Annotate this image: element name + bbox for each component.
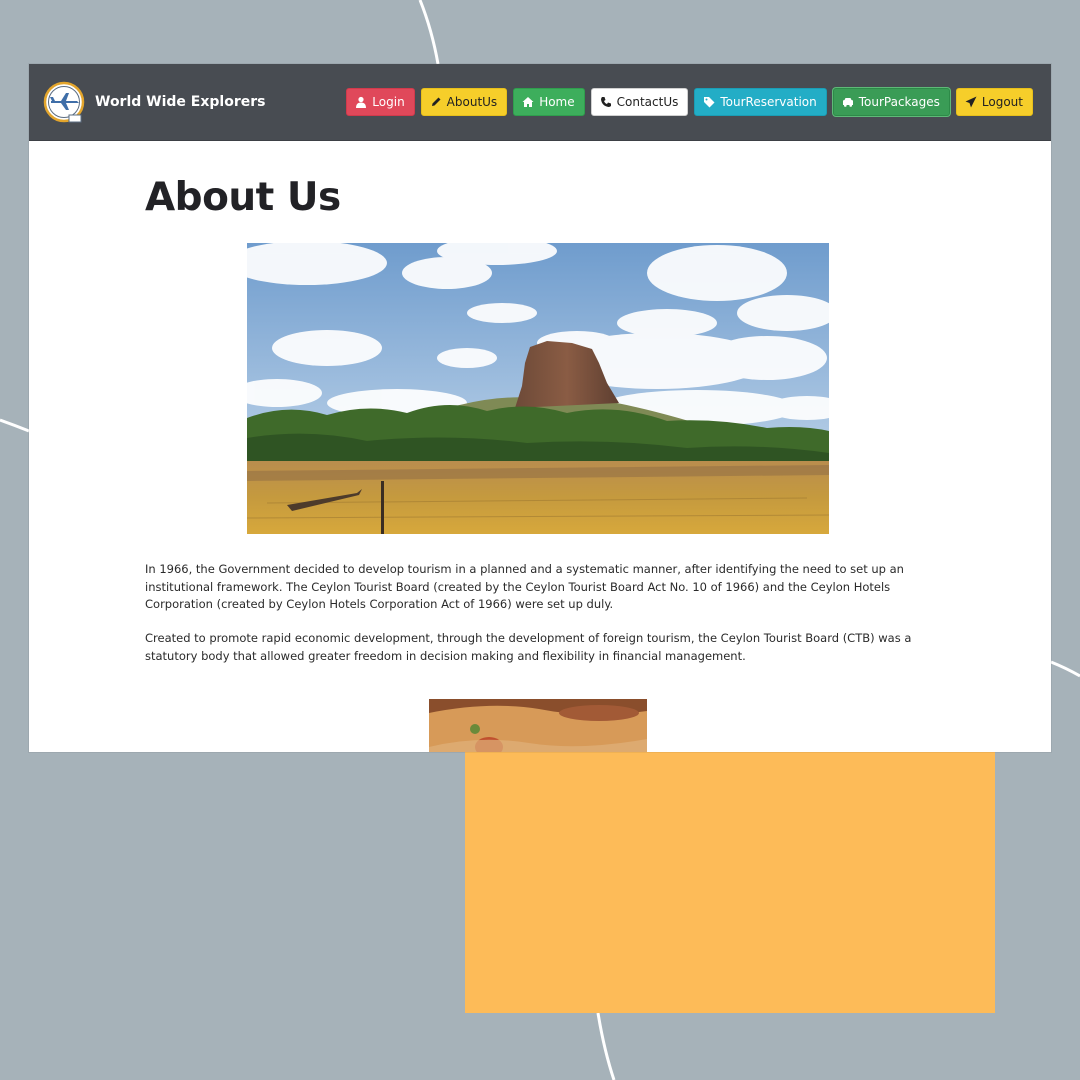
home-icon	[522, 97, 534, 107]
car-icon	[842, 98, 853, 107]
about-paragraph-1: In 1966, the Government decided to devel…	[145, 562, 904, 611]
hero-landscape-image	[247, 243, 829, 534]
navbar: World Wide Explorers Login AboutUs Home …	[29, 64, 1051, 141]
home-label: Home	[539, 95, 575, 109]
fresco-image	[429, 699, 647, 752]
home-button[interactable]: Home	[513, 88, 585, 116]
nav-buttons: Login AboutUs Home ContactUs TourReserva…	[346, 88, 1033, 116]
tour-reservation-label: TourReservation	[720, 95, 817, 109]
logout-button[interactable]: Logout	[955, 88, 1033, 116]
user-icon	[356, 96, 367, 108]
tour-packages-button[interactable]: TourPackages	[832, 88, 950, 116]
about-button[interactable]: AboutUs	[420, 88, 508, 116]
pencil-icon	[431, 97, 441, 106]
page-title: About Us	[145, 175, 341, 220]
about-paragraph-2: Created to promote rapid economic develo…	[145, 631, 912, 663]
login-label: Login	[372, 95, 405, 109]
brand-name: World Wide Explorers	[95, 94, 266, 110]
decorative-orange-block	[465, 752, 995, 1013]
brand[interactable]: World Wide Explorers	[43, 81, 265, 123]
tour-reservation-button[interactable]: TourReservation	[694, 88, 827, 116]
paper-plane-icon	[965, 96, 977, 108]
contact-label: ContactUs	[616, 95, 679, 109]
contact-button[interactable]: ContactUs	[590, 88, 689, 116]
airplane-logo-icon	[43, 81, 85, 123]
about-label: AboutUs	[446, 95, 498, 109]
browser-window: World Wide Explorers Login AboutUs Home …	[29, 64, 1051, 752]
phone-icon	[600, 97, 611, 107]
logout-label: Logout	[981, 95, 1023, 109]
tag-icon	[704, 97, 715, 108]
tour-packages-label: TourPackages	[858, 95, 940, 109]
login-button[interactable]: Login	[346, 88, 415, 116]
